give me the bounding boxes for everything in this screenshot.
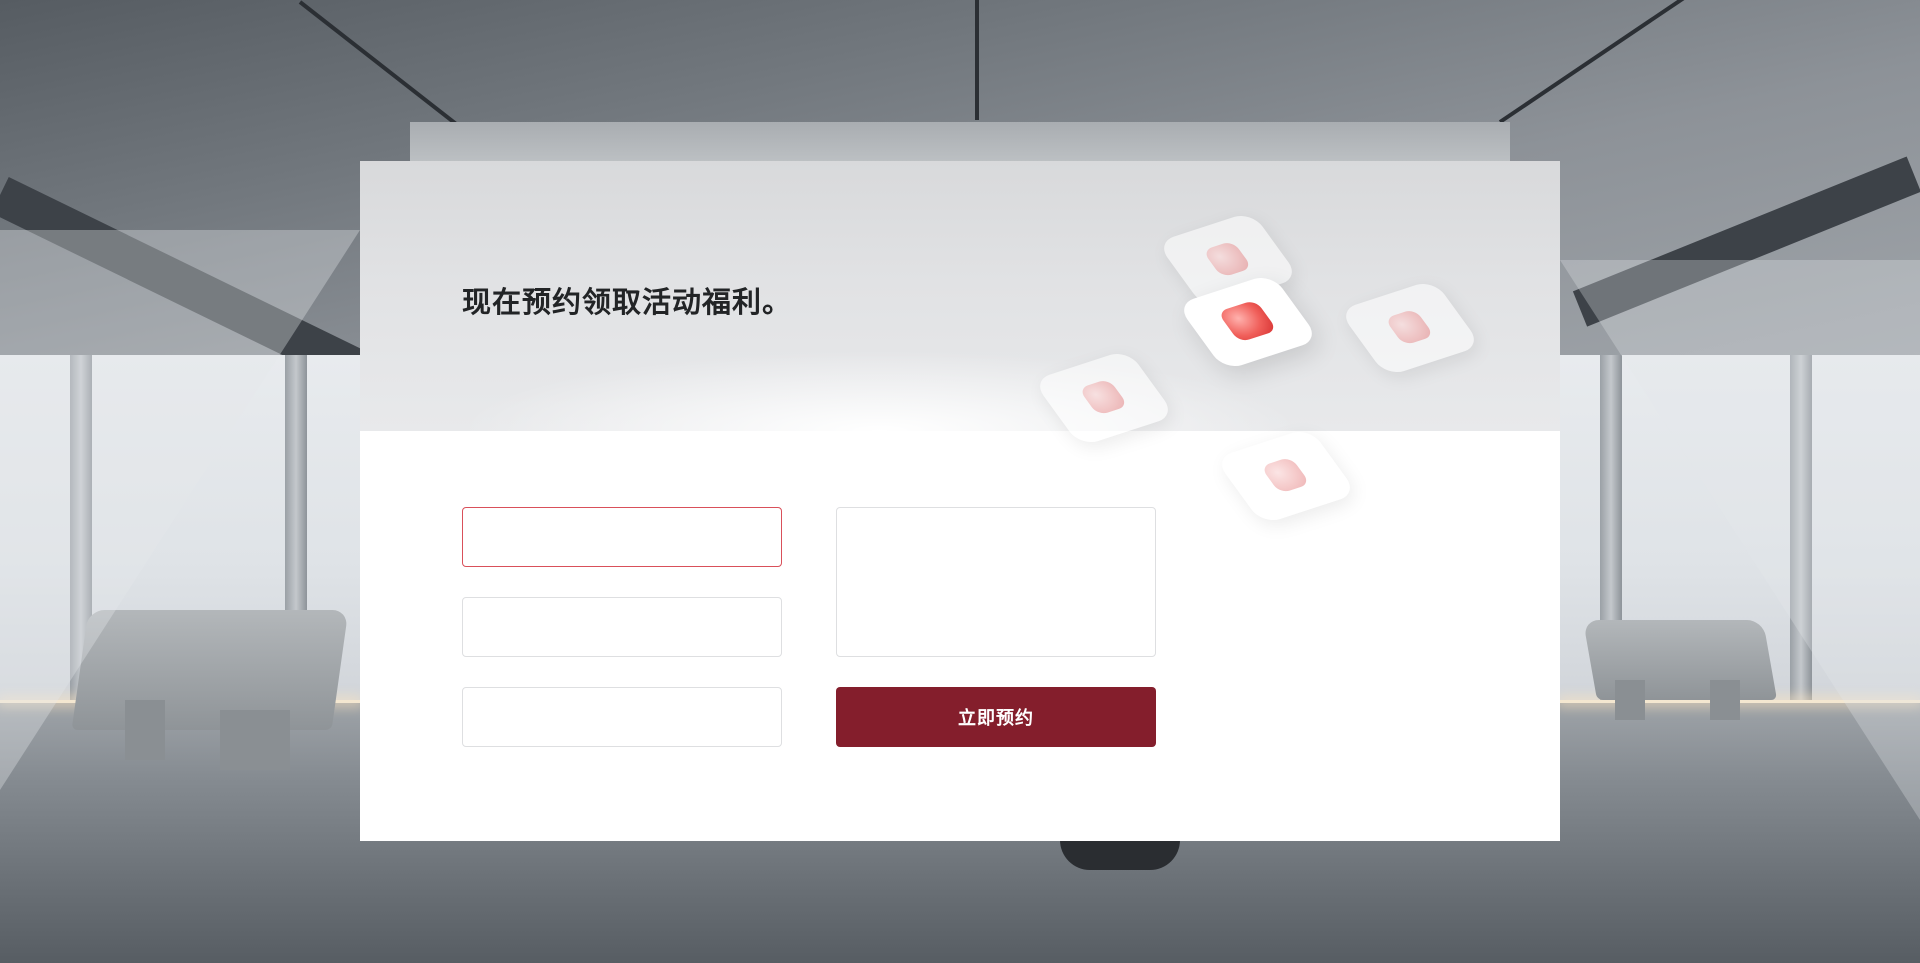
card-back-layer xyxy=(410,122,1510,162)
name-input[interactable] xyxy=(462,507,782,567)
app-tile-icon xyxy=(1032,349,1176,447)
background-scene: 现在预约领取活动福利。 立即预约 xyxy=(0,0,1920,963)
light-beam xyxy=(1560,260,1920,820)
light-beam xyxy=(0,230,360,790)
app-tile-icon xyxy=(1338,279,1482,377)
booking-card: 现在预约领取活动福利。 立即预约 xyxy=(360,161,1560,841)
page-title: 现在预约领取活动福利。 xyxy=(462,285,793,319)
app-tile-icon xyxy=(1214,427,1358,525)
message-textarea[interactable] xyxy=(836,507,1156,657)
floor-object xyxy=(1060,840,1180,870)
ceiling-beam xyxy=(975,0,979,120)
submit-button[interactable]: 立即预约 xyxy=(836,687,1156,747)
card-header: 现在预约领取活动福利。 xyxy=(360,161,1560,447)
phone-input[interactable] xyxy=(462,597,782,657)
company-input[interactable] xyxy=(462,687,782,747)
